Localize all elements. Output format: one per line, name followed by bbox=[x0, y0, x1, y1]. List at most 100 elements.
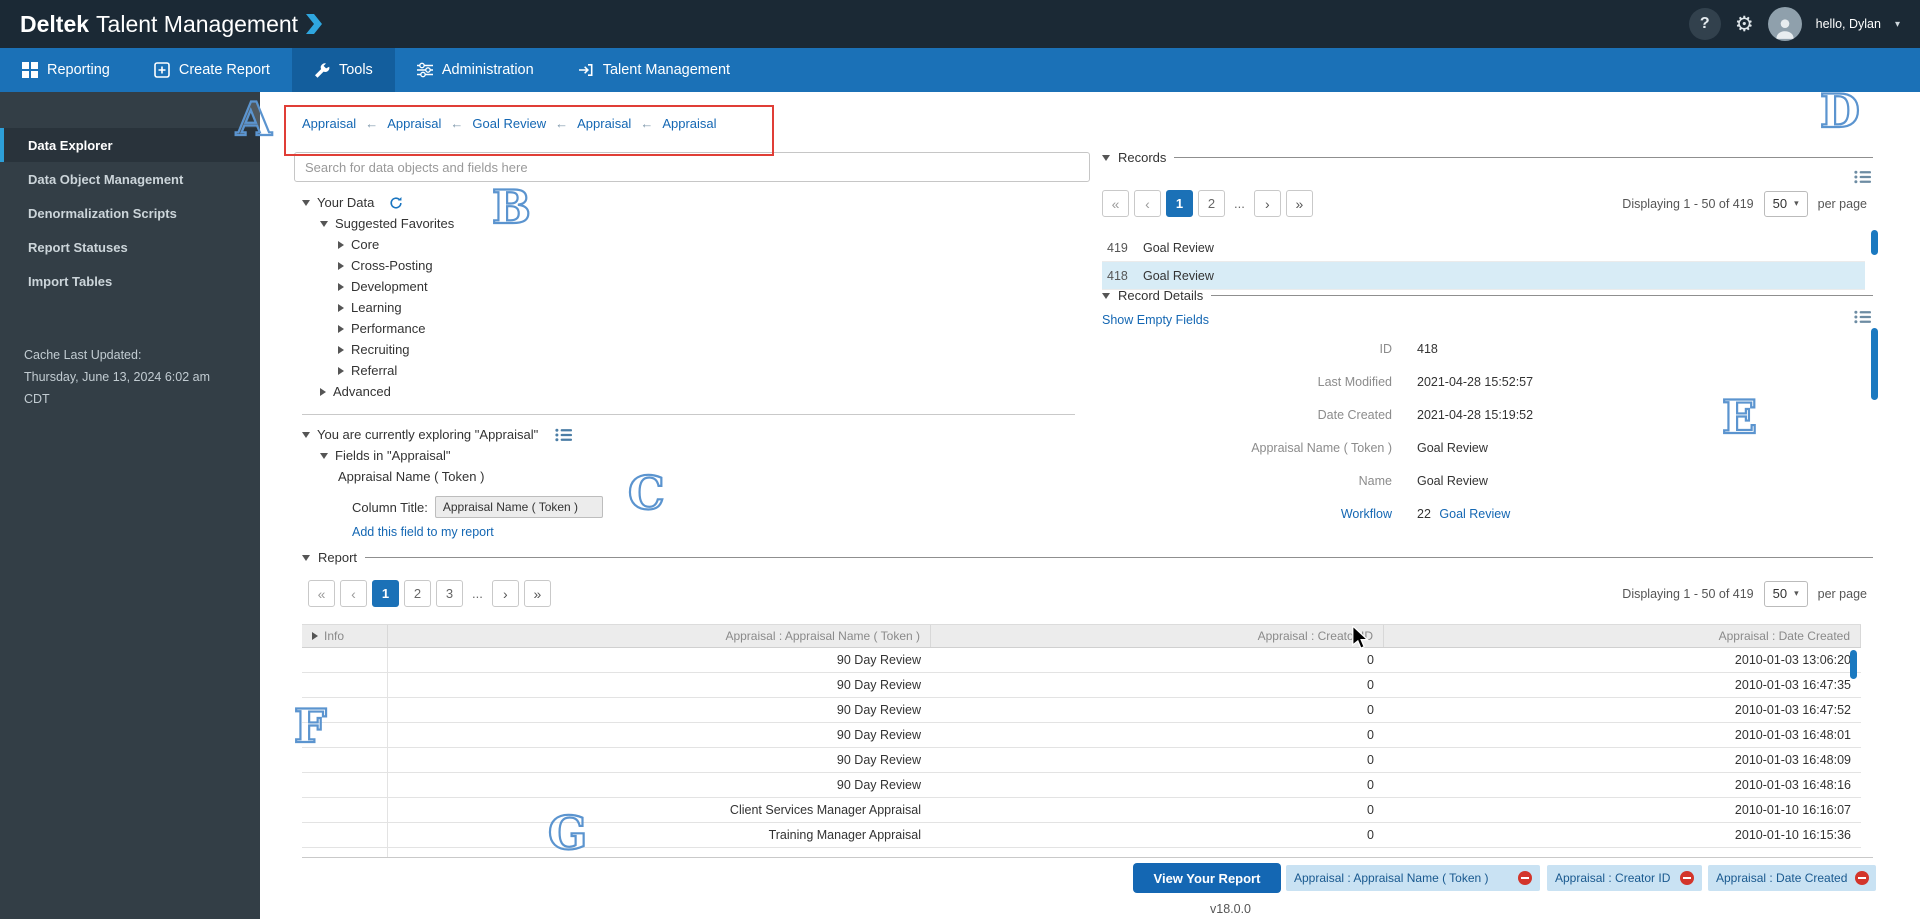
table-row[interactable]: 90 Day Review 0 2010-01-03 16:48:16 bbox=[302, 773, 1861, 798]
tree-item-learning[interactable]: Learning bbox=[302, 297, 454, 318]
records-scrollbar[interactable] bbox=[1871, 230, 1878, 255]
page-1-button[interactable]: 1 bbox=[372, 580, 399, 607]
expand-icon[interactable] bbox=[338, 304, 344, 312]
refresh-icon[interactable] bbox=[389, 196, 403, 210]
expand-icon[interactable] bbox=[338, 325, 344, 333]
report-field-chip-date-created[interactable]: Appraisal : Date Created bbox=[1708, 865, 1876, 891]
workflow-value-link[interactable]: Goal Review bbox=[1439, 507, 1510, 521]
info-cell[interactable] bbox=[302, 823, 388, 847]
info-cell[interactable] bbox=[302, 673, 388, 697]
sidebar-item-data-object-management[interactable]: Data Object Management bbox=[0, 162, 260, 196]
nav-talent-management[interactable]: Talent Management bbox=[556, 48, 752, 92]
tree-item-development[interactable]: Development bbox=[302, 276, 454, 297]
remove-field-icon[interactable] bbox=[1518, 871, 1532, 885]
breadcrumb-item[interactable]: Appraisal bbox=[577, 116, 631, 131]
info-cell[interactable] bbox=[302, 723, 388, 747]
gear-icon[interactable]: ⚙ bbox=[1735, 14, 1754, 35]
remove-field-icon[interactable] bbox=[1680, 871, 1694, 885]
expand-icon[interactable] bbox=[338, 241, 344, 249]
breadcrumb-item[interactable]: Goal Review bbox=[472, 116, 546, 131]
expand-icon[interactable] bbox=[338, 262, 344, 270]
table-row[interactable]: 90 Day Review 0 2010-01-03 16:48:09 bbox=[302, 748, 1861, 773]
column-title-input[interactable] bbox=[435, 496, 603, 518]
breadcrumb-item[interactable]: Appraisal bbox=[662, 116, 716, 131]
list-icon[interactable] bbox=[555, 428, 572, 442]
sidebar-item-data-explorer[interactable]: Data Explorer bbox=[0, 128, 260, 162]
column-header-date-created[interactable]: Appraisal : Date Created bbox=[1384, 625, 1861, 647]
records-list-icon[interactable] bbox=[1854, 170, 1871, 189]
record-details-scrollbar[interactable] bbox=[1871, 328, 1878, 400]
collapse-icon[interactable] bbox=[302, 432, 310, 438]
table-row[interactable]: Training Manager Appraisal 0 2010-01-10 … bbox=[302, 823, 1861, 848]
prev-page-button[interactable]: ‹ bbox=[340, 580, 367, 607]
table-row[interactable]: 90 Day Review 0 2010-01-03 16:47:35 bbox=[302, 673, 1861, 698]
user-greeting[interactable]: hello, Dylan bbox=[1816, 17, 1881, 31]
expand-icon[interactable] bbox=[338, 346, 344, 354]
breadcrumb-item[interactable]: Appraisal bbox=[387, 116, 441, 131]
column-header-creator-id[interactable]: Appraisal : Creator ID bbox=[931, 625, 1384, 647]
breadcrumb-item[interactable]: Appraisal bbox=[302, 116, 356, 131]
collapse-icon[interactable] bbox=[320, 453, 328, 459]
expand-icon[interactable] bbox=[312, 632, 318, 640]
field-name-row[interactable]: Appraisal Name ( Token ) bbox=[302, 466, 603, 487]
view-your-report-button[interactable]: View Your Report bbox=[1133, 863, 1281, 893]
next-page-button[interactable]: › bbox=[1254, 190, 1281, 217]
collapse-icon[interactable] bbox=[320, 221, 328, 227]
column-header-appraisal-name[interactable]: Appraisal : Appraisal Name ( Token ) bbox=[388, 625, 931, 647]
tree-item-recruiting[interactable]: Recruiting bbox=[302, 339, 454, 360]
table-row[interactable]: Client Services Manager Appraisal 0 2010… bbox=[302, 798, 1861, 823]
info-cell[interactable] bbox=[302, 773, 388, 797]
collapse-icon[interactable] bbox=[302, 200, 310, 206]
report-field-chip-creator-id[interactable]: Appraisal : Creator ID bbox=[1547, 865, 1702, 891]
tree-item-referral[interactable]: Referral bbox=[302, 360, 454, 381]
expand-icon[interactable] bbox=[320, 388, 326, 396]
tree-item-cross-posting[interactable]: Cross-Posting bbox=[302, 255, 454, 276]
page-size-select[interactable]: 50 ▾ bbox=[1764, 581, 1808, 607]
expand-icon[interactable] bbox=[338, 283, 344, 291]
workflow-link[interactable]: Workflow bbox=[1102, 507, 1392, 521]
remove-field-icon[interactable] bbox=[1855, 871, 1869, 885]
expand-icon[interactable] bbox=[338, 367, 344, 375]
page-1-button[interactable]: 1 bbox=[1166, 190, 1193, 217]
tree-item-suggested-favorites[interactable]: Suggested Favorites bbox=[302, 213, 454, 234]
help-icon[interactable]: ? bbox=[1689, 8, 1721, 40]
exploring-title-row[interactable]: You are currently exploring "Appraisal" bbox=[302, 424, 603, 445]
tree-item-core[interactable]: Core bbox=[302, 234, 454, 255]
fields-header-row[interactable]: Fields in "Appraisal" bbox=[302, 445, 603, 466]
info-column-header[interactable]: Info bbox=[302, 625, 388, 647]
report-table-scrollbar[interactable] bbox=[1850, 650, 1857, 679]
table-row[interactable]: 90 Day Review 0 2010-01-03 16:48:01 bbox=[302, 723, 1861, 748]
first-page-button[interactable]: « bbox=[1102, 190, 1129, 217]
info-cell[interactable] bbox=[302, 648, 388, 672]
info-cell[interactable] bbox=[302, 798, 388, 822]
table-row[interactable]: 90 Day Review 0 2010-01-03 13:06:20 bbox=[302, 648, 1861, 673]
chevron-down-icon[interactable]: ▾ bbox=[1895, 19, 1900, 30]
page-2-button[interactable]: 2 bbox=[1198, 190, 1225, 217]
sidebar-item-import-tables[interactable]: Import Tables bbox=[0, 264, 260, 298]
sidebar-item-report-statuses[interactable]: Report Statuses bbox=[0, 230, 260, 264]
tree-item-your-data[interactable]: Your Data bbox=[302, 192, 454, 213]
nav-create-report[interactable]: Create Report bbox=[132, 48, 292, 92]
nav-tools[interactable]: Tools bbox=[292, 48, 395, 92]
prev-page-button[interactable]: ‹ bbox=[1134, 190, 1161, 217]
sidebar-item-denormalization-scripts[interactable]: Denormalization Scripts bbox=[0, 196, 260, 230]
search-input[interactable] bbox=[294, 152, 1090, 182]
report-field-chip-appraisal-name[interactable]: Appraisal : Appraisal Name ( Token ) bbox=[1286, 865, 1540, 891]
page-2-button[interactable]: 2 bbox=[404, 580, 431, 607]
last-page-button[interactable]: » bbox=[1286, 190, 1313, 217]
tree-item-performance[interactable]: Performance bbox=[302, 318, 454, 339]
collapse-icon[interactable] bbox=[1102, 293, 1110, 299]
collapse-icon[interactable] bbox=[302, 555, 310, 561]
record-row[interactable]: 419 Goal Review bbox=[1102, 234, 1865, 262]
nav-administration[interactable]: Administration bbox=[395, 48, 556, 92]
add-field-link[interactable]: Add this field to my report bbox=[352, 525, 494, 539]
avatar[interactable] bbox=[1768, 7, 1802, 41]
next-page-button[interactable]: › bbox=[492, 580, 519, 607]
first-page-button[interactable]: « bbox=[308, 580, 335, 607]
info-cell[interactable] bbox=[302, 698, 388, 722]
page-size-select[interactable]: 50 ▾ bbox=[1764, 191, 1808, 217]
page-3-button[interactable]: 3 bbox=[436, 580, 463, 607]
record-details-list-icon[interactable] bbox=[1854, 310, 1871, 329]
record-row-selected[interactable]: 418 Goal Review bbox=[1102, 262, 1865, 290]
info-cell[interactable] bbox=[302, 748, 388, 772]
